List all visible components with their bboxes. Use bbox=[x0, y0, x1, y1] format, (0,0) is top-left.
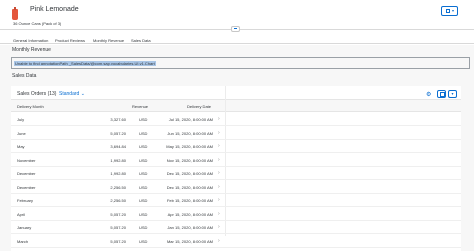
cell-currency: USD bbox=[139, 184, 148, 190]
lemonade-can-icon bbox=[12, 7, 18, 20]
table-row[interactable]: June 5,057.20 USD Jun 15, 2020, 8:00:00 AM › bbox=[11, 127, 461, 140]
cell-delivery-month: December bbox=[17, 171, 36, 176]
anchor-bar: General Information Product Reviews Mont… bbox=[0, 36, 474, 46]
chevron-down-icon: ▾ bbox=[451, 91, 454, 96]
table-row[interactable]: March 5,057.20 USD Mar 15, 2020, 8:00:00 AM… bbox=[11, 235, 461, 248]
chevron-right-icon[interactable]: › bbox=[218, 211, 220, 217]
cell-currency: USD bbox=[139, 211, 148, 217]
col-delivery-date[interactable]: Delivery Date bbox=[187, 104, 211, 109]
chevron-right-icon[interactable]: › bbox=[218, 184, 220, 190]
table-row[interactable]: July 3,327.60 USD Jul 15, 2020, 8:00:00 AM › bbox=[11, 113, 461, 126]
cell-currency: USD bbox=[139, 198, 148, 203]
chevron-right-icon[interactable]: › bbox=[218, 157, 220, 163]
tab-sales-data[interactable]: Sales Data bbox=[131, 38, 151, 43]
chevron-right-icon[interactable]: › bbox=[218, 224, 220, 230]
tab-general-information[interactable]: General Information bbox=[13, 38, 48, 43]
cell-delivery-date: Jun 15, 2020, 8:00:00 AM bbox=[167, 130, 213, 136]
table-row[interactable]: December 1,992.80 USD Dec 15, 2020, 8:00:00… bbox=[11, 167, 461, 180]
chevron-down-icon: ⌄ bbox=[80, 91, 85, 97]
chevron-down-icon: ▾ bbox=[452, 8, 455, 13]
cell-revenue: 2,256.50 bbox=[110, 184, 126, 190]
table-title: Sales Orders (13) bbox=[17, 91, 57, 97]
cell-revenue: 5,057.20 bbox=[110, 225, 126, 230]
cell-delivery-month: March bbox=[17, 238, 29, 244]
cell-delivery-date: Jan 15, 2020, 8:00:00 AM bbox=[167, 225, 213, 230]
table-header: Delivery Month Revenue Delivery Date bbox=[11, 99, 461, 112]
cell-currency: USD bbox=[139, 238, 148, 244]
cell-delivery-date: Nov 15, 2020, 8:00:00 AM bbox=[166, 157, 213, 163]
variant-selector[interactable]: Standard ⌄ bbox=[59, 91, 85, 97]
cell-delivery-month: November bbox=[17, 157, 36, 163]
export-button[interactable] bbox=[437, 90, 446, 98]
tab-monthly-revenue[interactable]: Monthly Revenue bbox=[90, 38, 127, 46]
sales-orders-table: Sales Orders (13) Standard ⌄ ⚙ ▾ Deliver… bbox=[11, 86, 461, 251]
cell-revenue: 1,992.80 bbox=[110, 171, 126, 176]
col-revenue[interactable]: Revenue bbox=[132, 104, 148, 109]
cell-delivery-month: July bbox=[17, 117, 25, 122]
chart-error-message: Unable to find annotationPath _SalesData… bbox=[11, 57, 470, 69]
chevron-right-icon[interactable]: › bbox=[218, 116, 220, 122]
open-external-button[interactable]: ▾ bbox=[441, 6, 458, 16]
export-menu-button[interactable]: ▾ bbox=[448, 90, 457, 98]
page-title: Pink Lemonade bbox=[30, 6, 79, 13]
cell-delivery-month: December bbox=[17, 184, 36, 190]
chevron-right-icon[interactable]: › bbox=[218, 143, 220, 149]
cell-currency: USD bbox=[139, 130, 148, 136]
cell-currency: USD bbox=[139, 144, 148, 149]
variant-label: Standard bbox=[59, 91, 80, 97]
tab-product-reviews[interactable]: Product Reviews bbox=[55, 38, 85, 43]
cell-revenue: 3,694.84 bbox=[110, 144, 126, 149]
cell-revenue: 2,256.50 bbox=[110, 198, 126, 203]
collapse-header-button[interactable] bbox=[231, 26, 240, 32]
page-subtitle: 36 Ounce Cans (Pack of 3) bbox=[13, 21, 62, 26]
object-page-header: Pink Lemonade 36 Ounce Cans (Pack of 3) … bbox=[0, 0, 474, 36]
cell-revenue: 1,992.80 bbox=[110, 157, 126, 163]
cell-revenue: 5,057.20 bbox=[110, 211, 126, 217]
cell-delivery-date: Dec 15, 2020, 8:00:00 AM bbox=[166, 184, 213, 190]
cell-delivery-date: Feb 15, 2020, 8:00:00 AM bbox=[166, 198, 213, 203]
cell-delivery-month: January bbox=[17, 225, 32, 230]
cell-delivery-month: May bbox=[17, 144, 25, 149]
cell-revenue: 3,327.60 bbox=[110, 117, 126, 122]
cell-currency: USD bbox=[139, 157, 148, 163]
table-row[interactable]: April 5,057.20 USD Apr 15, 2020, 8:00:00 AM… bbox=[11, 208, 461, 221]
table-row[interactable]: November 1,992.80 USD Nov 15, 2020, 8:00:00… bbox=[11, 154, 461, 167]
cell-delivery-date: May 15, 2020, 8:00:00 AM bbox=[166, 144, 213, 149]
cell-delivery-date: Apr 15, 2020, 8:00:00 AM bbox=[167, 211, 213, 217]
sales-data-title: Sales Data bbox=[12, 73, 37, 79]
cell-delivery-date: Mar 15, 2020, 8:00:00 AM bbox=[166, 238, 213, 244]
cell-delivery-date: Dec 15, 2020, 8:00:00 AM bbox=[166, 171, 213, 176]
cell-currency: USD bbox=[139, 171, 148, 176]
col-delivery-month[interactable]: Delivery Month bbox=[17, 104, 44, 109]
table-row[interactable]: January 5,057.20 USD Jan 15, 2020, 8:00:00 … bbox=[11, 221, 461, 234]
cell-currency: USD bbox=[139, 117, 148, 122]
cell-delivery-month: April bbox=[17, 211, 26, 217]
chevron-right-icon[interactable]: › bbox=[218, 197, 220, 203]
open-external-icon bbox=[446, 9, 450, 13]
chevron-right-icon[interactable]: › bbox=[218, 238, 220, 244]
settings-icon[interactable]: ⚙ bbox=[426, 91, 431, 98]
table-row[interactable]: May 3,694.84 USD May 15, 2020, 8:00:00 AM › bbox=[11, 140, 461, 153]
cell-revenue: 5,057.20 bbox=[110, 238, 126, 244]
cell-delivery-month: February bbox=[17, 198, 34, 203]
table-row[interactable]: February 2,256.50 USD Feb 15, 2020, 8:00:00… bbox=[11, 194, 461, 207]
chevron-right-icon[interactable]: › bbox=[218, 130, 220, 136]
cell-delivery-month: June bbox=[17, 130, 26, 136]
chart-error-text: Unable to find annotationPath _SalesData… bbox=[14, 61, 156, 66]
chevron-right-icon[interactable]: › bbox=[218, 170, 220, 176]
monthly-revenue-title: Monthly Revenue bbox=[12, 47, 51, 53]
cell-currency: USD bbox=[139, 225, 148, 230]
cell-revenue: 5,057.20 bbox=[110, 130, 126, 136]
cell-delivery-date: Jul 15, 2020, 8:00:00 AM bbox=[168, 117, 213, 122]
table-row[interactable]: December 2,256.50 USD Dec 15, 2020, 8:00:00… bbox=[11, 181, 461, 194]
